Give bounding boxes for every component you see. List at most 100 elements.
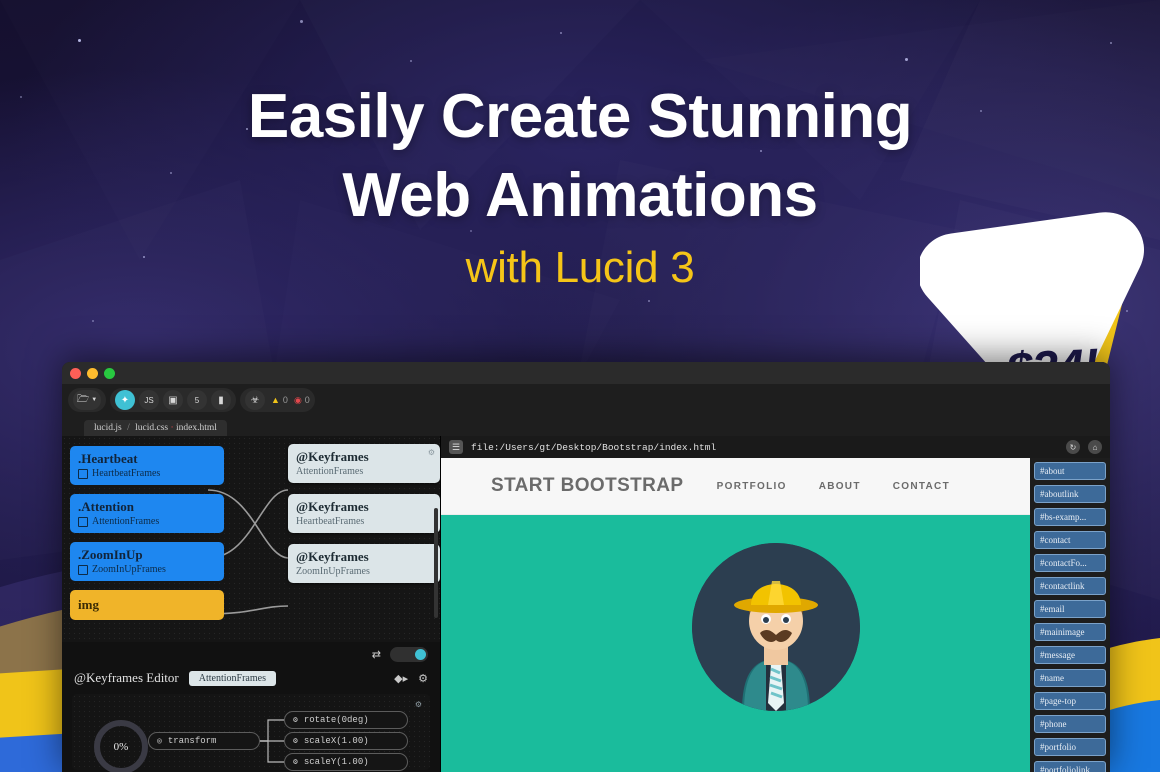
selector-item[interactable]: #contactFo... <box>1034 554 1106 572</box>
browser-preview-panel: ☰ file:/Users/gt/Desktop/Bootstrap/index… <box>441 436 1110 772</box>
html5-icon[interactable]: 5 <box>187 390 207 410</box>
avatar-illustration <box>691 543 860 711</box>
headline-line-1: Easily Create Stunning <box>247 82 913 151</box>
keyframe-property: transform <box>167 736 217 746</box>
gear-icon[interactable]: ⚙ <box>428 448 435 457</box>
node-canvas[interactable]: .Heartbeat HeartbeatFrames .Attention At… <box>62 436 440 642</box>
navlink-about[interactable]: ABOUT <box>819 481 861 492</box>
node-subtitle: AttentionFrames <box>296 466 364 478</box>
selector-item[interactable]: #contactlink <box>1034 577 1106 595</box>
minimize-button[interactable] <box>87 367 98 379</box>
export-folder-icon[interactable]: ▮ <box>211 390 231 410</box>
selector-item[interactable]: #mainimage <box>1034 623 1106 641</box>
reload-icon[interactable]: ↻ <box>1066 440 1080 454</box>
window-titlebar <box>62 362 1110 384</box>
toolbar-tools-group: ✦ JS ▣ 5 ▮ <box>110 388 236 412</box>
gear-icon: ⚙ <box>293 737 298 746</box>
preview-toggle[interactable] <box>390 646 428 662</box>
folder-icon: 🗁 <box>76 393 90 405</box>
node-subtitle: ZoomInUpFrames <box>92 564 166 576</box>
node-selector-img[interactable]: img <box>70 590 224 621</box>
node-keyframes-zoominup[interactable]: @Keyframes ZoomInUpFrames <box>288 544 440 584</box>
page-navbar: START BOOTSTRAP PORTFOLIO ABOUT CONTACT <box>441 458 1110 515</box>
selector-item[interactable]: #portfoliolink <box>1034 761 1106 772</box>
keyframe-value-rotate[interactable]: ⚙ rotate(0deg) <box>284 711 408 729</box>
page-brand: START BOOTSTRAP <box>491 475 684 496</box>
toolbar-debug-group: ☣ ▲ 0 ◉ 0 <box>240 388 315 412</box>
node-subtitle-row: HeartbeatFrames <box>78 468 216 479</box>
toolbar: 🗁 ▼ ✦ JS ▣ 5 ▮ ☣ ▲ 0 ◉ 0 <box>62 384 1110 416</box>
node-keyframes-heartbeat[interactable]: @Keyframes HeartbeatFrames <box>288 494 440 534</box>
image-icon[interactable]: ▣ <box>163 390 183 410</box>
keyframe-value-scaley[interactable]: ⚙ scaleY(1.00) <box>284 753 408 771</box>
zoom-button[interactable] <box>104 367 115 379</box>
page-hero <box>441 515 1110 772</box>
keyframes-canvas[interactable]: ⚙ 0% ◎ transform ⚙ rotate(0deg) ⚙ scaleX… <box>72 694 430 772</box>
app-window: 🗁 ▼ ✦ JS ▣ 5 ▮ ☣ ▲ 0 ◉ 0 lucid.js / luci… <box>62 362 1110 772</box>
node-title: .ZoomInUp <box>78 547 143 562</box>
node-title: @Keyframes <box>296 449 369 464</box>
warning-counter: ▲ 0 <box>271 395 288 405</box>
keyframe-property-pill[interactable]: ◎ transform <box>148 732 260 750</box>
keyframes-editor-header: @Keyframes Editor AttentionFrames ◆▸ ⚙ <box>62 666 440 690</box>
node-subtitle: HeartbeatFrames <box>296 516 365 528</box>
bug-icon[interactable]: ☣ <box>245 390 265 410</box>
navlink-portfolio[interactable]: PORTFOLIO <box>717 481 787 492</box>
node-selector-attention[interactable]: .Attention AttentionFrames <box>70 494 224 534</box>
warning-icon: ▲ <box>271 395 280 405</box>
chevron-down-icon: ▼ <box>91 397 98 403</box>
open-folder-button[interactable]: 🗁 ▼ <box>73 390 101 410</box>
node-subtitle-row: ZoomInUpFrames <box>78 564 216 575</box>
tab-file-html: index.html <box>176 423 217 433</box>
target-icon: ◎ <box>157 737 162 746</box>
selector-item[interactable]: #name <box>1034 669 1106 687</box>
avatar <box>691 543 860 711</box>
node-subtitle-row: AttentionFrames <box>78 516 216 527</box>
node-selector-heartbeat[interactable]: .Heartbeat HeartbeatFrames <box>70 446 224 486</box>
keyframes-selected-chip[interactable]: AttentionFrames <box>188 670 276 686</box>
node-subtitle: AttentionFrames <box>92 516 160 528</box>
canvas-scrollbar[interactable] <box>434 508 438 618</box>
node-title: @Keyframes <box>296 549 369 564</box>
shuffle-icon[interactable]: ⇄ <box>372 648 381 661</box>
selector-item[interactable]: #portfolio <box>1034 738 1106 756</box>
file-tab[interactable]: lucid.js / lucid.css · index.html <box>84 420 227 436</box>
selector-item[interactable]: #aboutlink <box>1034 485 1106 503</box>
node-editor-panel: .Heartbeat HeartbeatFrames .Attention At… <box>62 436 441 772</box>
magic-wand-icon[interactable]: ✦ <box>115 390 135 410</box>
gear-icon: ⚙ <box>293 758 298 767</box>
error-count: 0 <box>304 395 310 405</box>
browser-urlbar: ☰ file:/Users/gt/Desktop/Bootstrap/index… <box>441 436 1110 458</box>
home-icon[interactable]: ⌂ <box>1088 440 1102 454</box>
error-counter: ◉ 0 <box>294 395 310 406</box>
link-icon <box>78 468 88 479</box>
selector-item[interactable]: #contact <box>1034 531 1106 549</box>
keyframe-value: scaleY(1.00) <box>303 757 369 767</box>
selector-item[interactable]: #about <box>1034 462 1106 480</box>
node-selector-zoominup[interactable]: .ZoomInUp ZoomInUpFrames <box>70 542 224 582</box>
keyframe-value: rotate(0deg) <box>303 715 369 725</box>
gear-icon[interactable]: ⚙ <box>418 672 428 685</box>
gear-icon: ⚙ <box>293 716 298 725</box>
keyframe-percent-ring[interactable]: 0% <box>94 720 148 772</box>
js-icon[interactable]: JS <box>139 390 159 410</box>
rendered-page: START BOOTSTRAP PORTFOLIO ABOUT CONTACT <box>441 458 1110 772</box>
toolbar-file-group: 🗁 ▼ <box>68 388 106 412</box>
node-title: @Keyframes <box>296 499 369 514</box>
keyframe-add-icon[interactable]: ◆▸ <box>394 672 408 685</box>
selector-item[interactable]: #message <box>1034 646 1106 664</box>
selector-item[interactable]: #phone <box>1034 715 1106 733</box>
close-button[interactable] <box>70 367 81 379</box>
selector-item[interactable]: #email <box>1034 600 1106 618</box>
canvas-toolrow: ⇄ <box>62 642 440 666</box>
tabbar: lucid.js / lucid.css · index.html <box>62 416 1110 436</box>
poster-stage: Easily Create Stunning Web Animations wi… <box>0 0 1160 772</box>
selector-list-panel[interactable]: #about #aboutlink #bs-examp... #contact … <box>1030 458 1110 772</box>
keyframe-value-scalex[interactable]: ⚙ scaleX(1.00) <box>284 732 408 750</box>
node-keyframes-attention[interactable]: ⚙ @Keyframes AttentionFrames <box>288 444 440 484</box>
node-title: .Attention <box>78 499 134 514</box>
selector-item[interactable]: #bs-examp... <box>1034 508 1106 526</box>
navlink-contact[interactable]: CONTACT <box>893 481 950 492</box>
url-text[interactable]: file:/Users/gt/Desktop/Bootstrap/index.h… <box>471 442 1058 453</box>
selector-item[interactable]: #page-top <box>1034 692 1106 710</box>
